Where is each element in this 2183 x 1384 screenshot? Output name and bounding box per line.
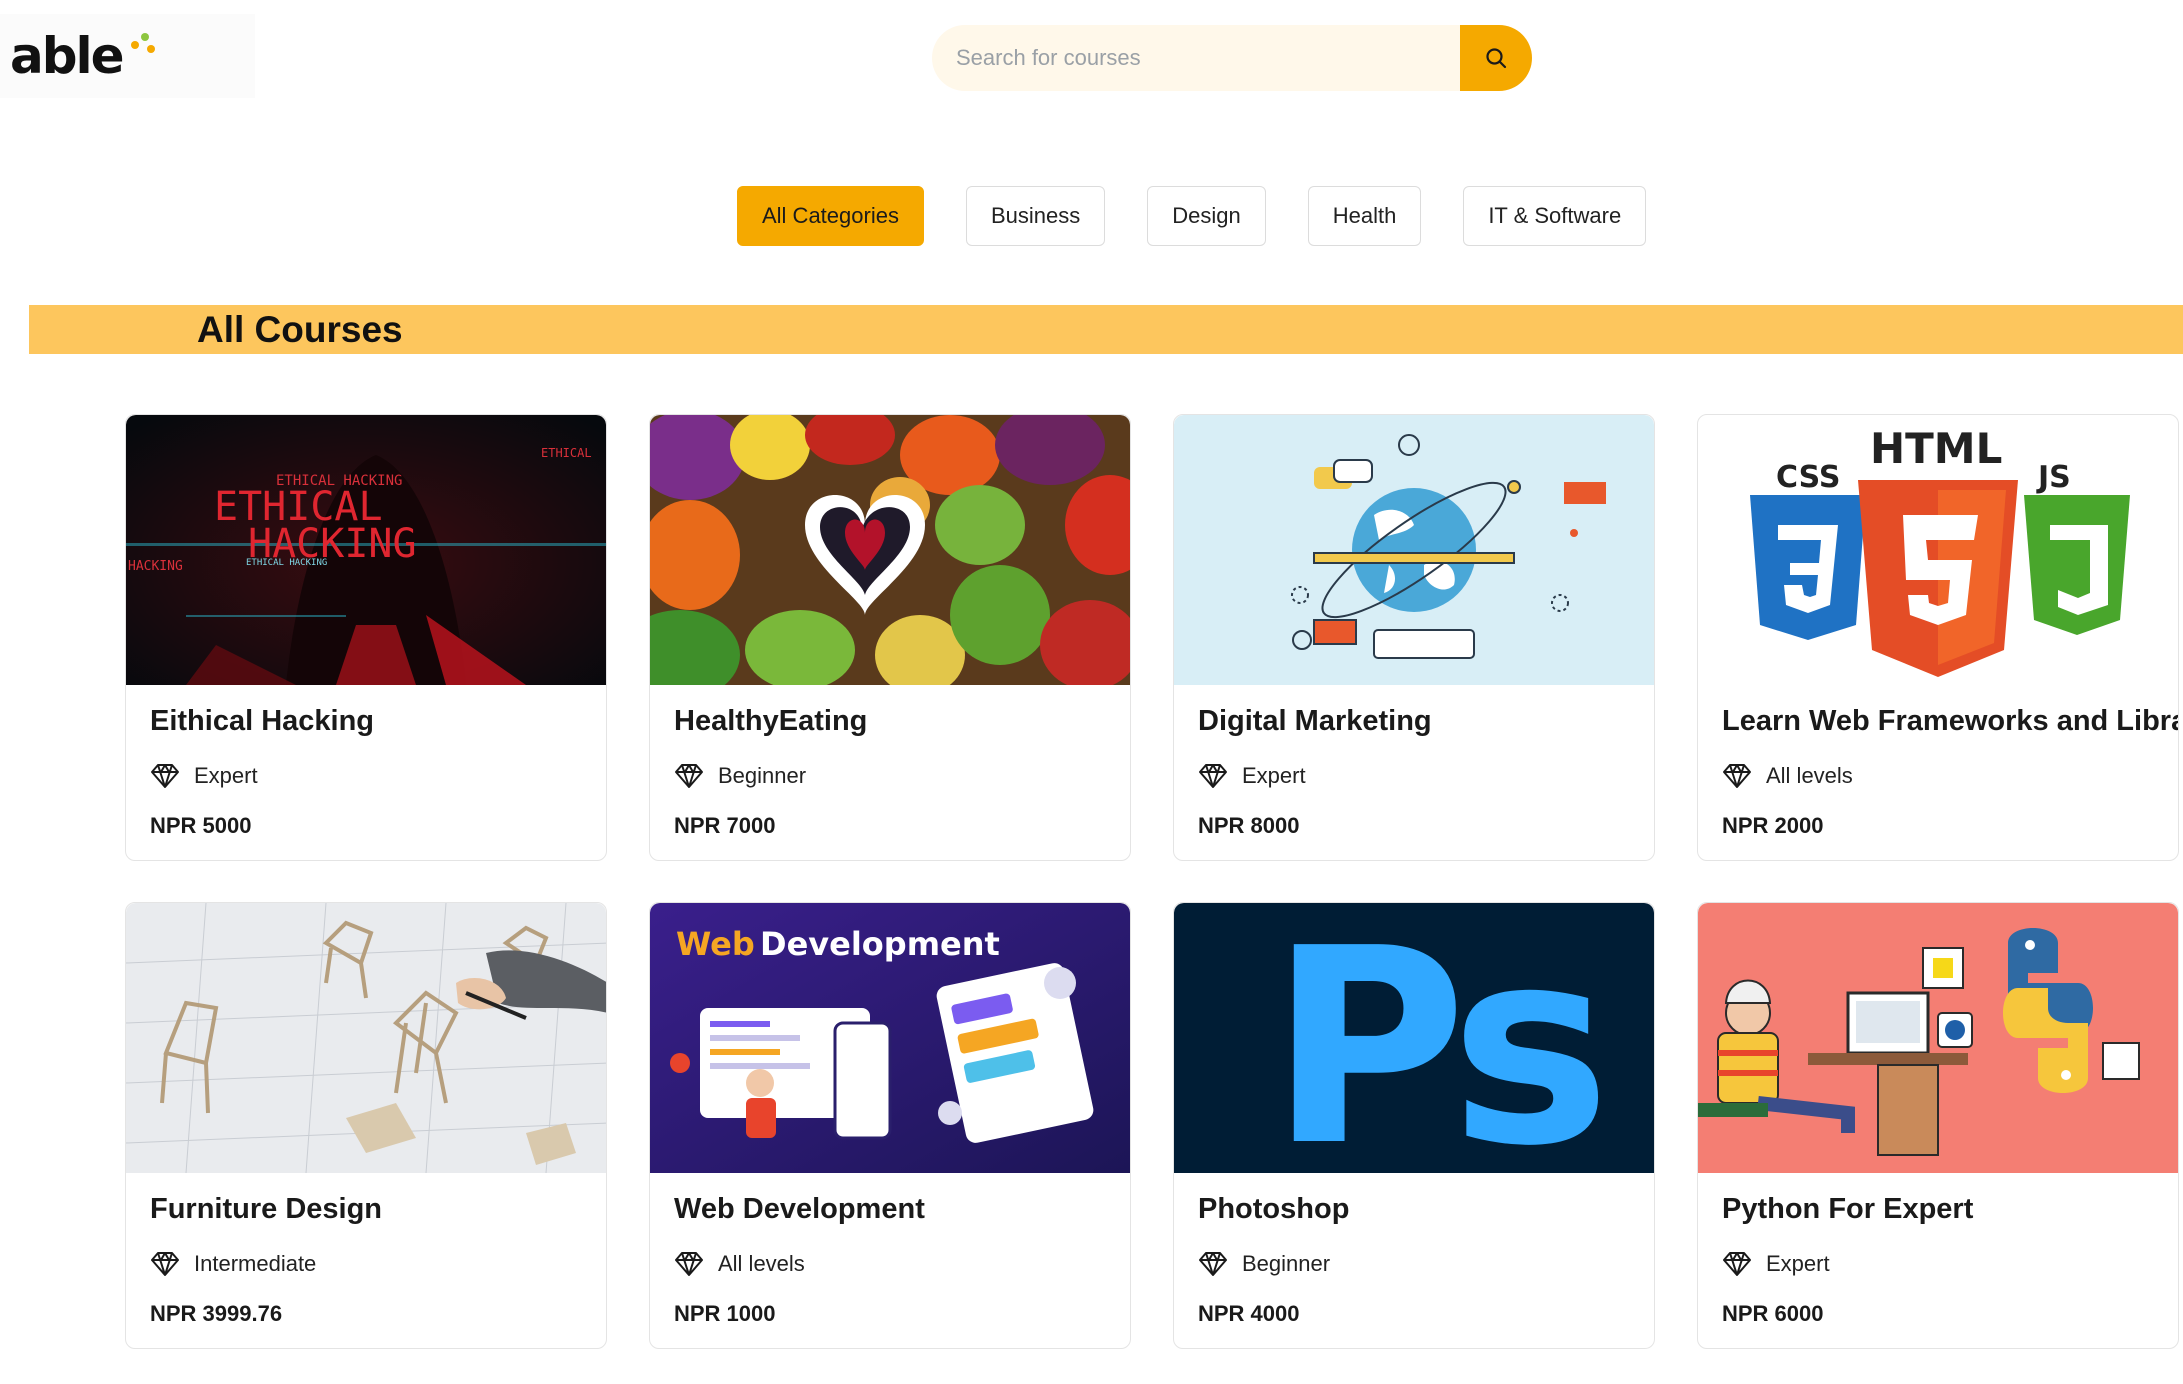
search-icon	[1486, 48, 1507, 69]
course-level: Beginner	[1198, 1251, 1330, 1277]
course-title[interactable]: Digital Marketing	[1198, 705, 1432, 738]
course-level-label: Beginner	[718, 763, 807, 788]
logo-text: able	[10, 27, 125, 85]
logo[interactable]: able	[0, 14, 255, 98]
course-card[interactable]: Python For Expert Expert NPR 6000	[1697, 902, 2179, 1349]
course-level: All levels	[1722, 763, 1853, 789]
svg-text:HTML: HTML	[1870, 424, 2002, 473]
course-card[interactable]: HealthyEating Beginner NPR 7000	[649, 414, 1131, 861]
svg-text:HACKING: HACKING	[128, 559, 183, 574]
diamond-icon	[1723, 1252, 1751, 1276]
healthy-food-image	[650, 415, 1130, 685]
svg-text:ETHICAL HACKING: ETHICAL HACKING	[246, 558, 327, 568]
course-price: NPR 2000	[1722, 813, 1824, 838]
course-level-label: Beginner	[1242, 1251, 1331, 1276]
course-price: NPR 6000	[1722, 1301, 1824, 1326]
diamond-icon	[1199, 1252, 1227, 1276]
category-design[interactable]: Design	[1147, 186, 1266, 246]
logo-dots-icon	[125, 25, 155, 65]
diamond-icon	[151, 764, 179, 788]
course-level: All levels	[674, 1251, 805, 1277]
course-level-label: Expert	[194, 763, 258, 788]
course-title[interactable]: Eithical Hacking	[150, 705, 374, 738]
course-card[interactable]: Digital Marketing Expert NPR 8000	[1173, 414, 1655, 861]
course-title[interactable]: Python For Expert	[1722, 1193, 1973, 1226]
category-all[interactable]: All Categories	[737, 186, 924, 246]
course-price: NPR 7000	[674, 813, 776, 838]
course-price: NPR 8000	[1198, 813, 1300, 838]
diamond-icon	[151, 1252, 179, 1276]
course-title[interactable]: Furniture Design	[150, 1193, 382, 1226]
html-css-js-image: HTML CSS JS	[1698, 415, 2178, 685]
python-image	[1698, 903, 2178, 1173]
course-price: NPR 4000	[1198, 1301, 1300, 1326]
course-title[interactable]: Learn Web Frameworks and Library	[1722, 705, 2178, 738]
course-card[interactable]: ETHICAL HACKING ETHICAL HACKING ETHICAL …	[125, 414, 607, 861]
digital-marketing-image	[1174, 415, 1654, 685]
course-card[interactable]: Web Development Web Development All leve…	[649, 902, 1131, 1349]
diamond-icon	[675, 1252, 703, 1276]
category-filter: All Categories Business Design Health IT…	[737, 186, 1647, 246]
search-button[interactable]	[1460, 25, 1532, 91]
furniture-design-image	[126, 903, 606, 1173]
svg-text:ETHICAL: ETHICAL	[541, 446, 592, 460]
diamond-icon	[675, 764, 703, 788]
course-level-label: All levels	[718, 1251, 805, 1276]
category-health[interactable]: Health	[1307, 186, 1422, 246]
category-it-software[interactable]: IT & Software	[1463, 186, 1647, 246]
course-card[interactable]: HTML CSS JS Learn Web Frameworks and Lib…	[1697, 414, 2179, 861]
course-level: Intermediate	[150, 1251, 316, 1277]
course-level-label: Expert	[1242, 763, 1306, 788]
section-banner: All Courses	[29, 305, 2183, 354]
search-bar	[932, 25, 1532, 91]
course-title[interactable]: HealthyEating	[674, 705, 867, 738]
course-price: NPR 1000	[674, 1301, 776, 1326]
course-level-label: Intermediate	[194, 1251, 317, 1276]
course-level: Expert	[1198, 763, 1306, 789]
svg-text:Ps: Ps	[1269, 903, 1602, 1173]
search-input[interactable]	[932, 25, 1460, 91]
diamond-icon	[1723, 764, 1751, 788]
web-development-image: Web Development	[650, 903, 1130, 1173]
svg-text:CSS: CSS	[1776, 460, 1840, 495]
course-level-label: All levels	[1766, 763, 1853, 788]
svg-text:JS: JS	[2036, 460, 2071, 495]
ethical-hacking-image: ETHICAL HACKING ETHICAL HACKING ETHICAL …	[126, 415, 606, 685]
course-level: Beginner	[674, 763, 806, 789]
course-card[interactable]: Furniture Design Intermediate NPR 3999.7…	[125, 902, 607, 1349]
course-title[interactable]: Web Development	[674, 1193, 925, 1226]
course-price: NPR 5000	[150, 813, 252, 838]
section-title: All Courses	[197, 309, 403, 350]
diamond-icon	[1199, 764, 1227, 788]
photoshop-image: Ps	[1174, 903, 1654, 1173]
svg-text:Web: Web	[676, 925, 755, 963]
course-title[interactable]: Photoshop	[1198, 1193, 1349, 1226]
category-business[interactable]: Business	[965, 186, 1106, 246]
course-price: NPR 3999.76	[150, 1301, 283, 1326]
course-level-label: Expert	[1766, 1251, 1830, 1276]
course-level: Expert	[150, 763, 258, 789]
svg-text:Development: Development	[760, 925, 1000, 963]
course-level: Expert	[1722, 1251, 1830, 1277]
course-card[interactable]: Ps Photoshop Beginner NPR 4000	[1173, 902, 1655, 1349]
